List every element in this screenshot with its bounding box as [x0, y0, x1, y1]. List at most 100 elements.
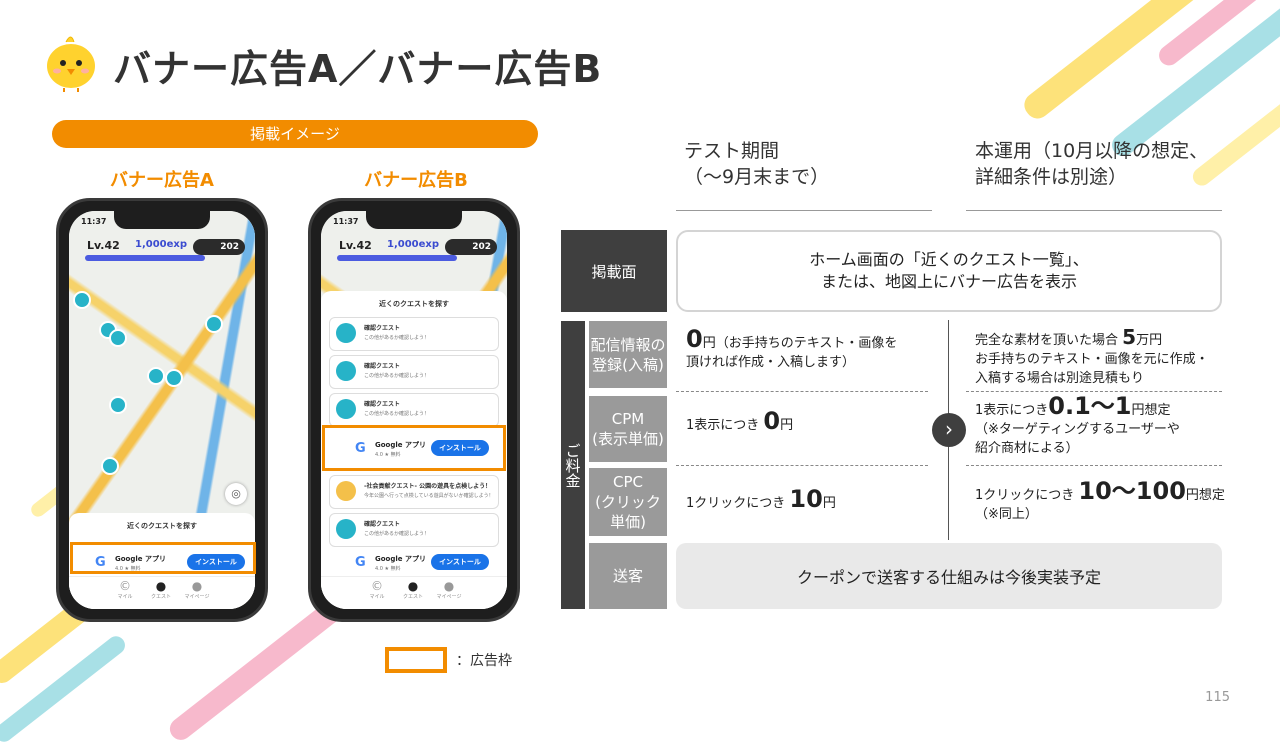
quest-icon — [336, 399, 356, 419]
cpm-prod-note: （※ターゲティングするユーザーや 紹介商材による） — [975, 422, 1180, 456]
divider — [676, 210, 932, 211]
quest-pin-icon[interactable] — [165, 369, 183, 387]
row-head-cpc: CPC (クリック単価) — [589, 468, 667, 536]
user-icon: ● — [443, 579, 455, 593]
registration-prod-pre: 完全な素材を頂いた場合 — [975, 333, 1123, 348]
copyright-icon: © — [371, 579, 383, 593]
ad-frame-legend-swatch — [385, 647, 447, 673]
list-item[interactable]: -社会貢献クエスト- 公園の遊具を点検しよう！ 今年公園へ行って点検している遊具… — [329, 475, 499, 509]
registration-prod-value: 5 — [1122, 325, 1137, 349]
quest-sub: この他があるか確認しよう！ — [364, 411, 430, 417]
tab-mile[interactable]: © マイル — [105, 579, 145, 600]
coin-counter: 202 — [193, 239, 245, 255]
quest-icon — [336, 323, 356, 343]
column-head-prod: 本運用（10月以降の想定、 詳細条件は別途） — [975, 140, 1209, 188]
column-head-test: テスト期間 （〜9月末まで） — [684, 140, 830, 188]
quest-icon — [336, 519, 356, 539]
cpm-test-cell: 1表示につき 0円 — [686, 409, 926, 435]
phone-mockup-b: 11:37 Lv.42 1,000exp 202 近くのクエストを探す 確認クエ… — [308, 198, 520, 622]
divider — [676, 391, 928, 392]
cpm-prod-value: 0.1〜1 — [1048, 392, 1132, 420]
tab-label: マイル — [117, 594, 133, 600]
cpc-prod-cell: 1クリックにつき 10〜100円想定 （※同上） — [975, 479, 1225, 524]
chevron-right-icon: › — [932, 413, 966, 447]
quest-title: 確認クエスト — [364, 401, 401, 408]
cpm-test-value: 0 — [763, 407, 781, 435]
chick-mascot-icon — [47, 36, 95, 92]
list-item[interactable]: 確認クエスト この他があるか確認しよう！ — [329, 513, 499, 547]
phone-b-label: バナー広告B — [364, 170, 468, 191]
copyright-icon: © — [119, 579, 131, 593]
cpc-test-post: 円 — [822, 496, 836, 511]
page-number: 115 — [1205, 690, 1230, 705]
exp-progress-bar — [85, 255, 205, 261]
quest-pin-icon[interactable] — [73, 291, 91, 309]
quest-pin-icon[interactable] — [109, 396, 127, 414]
quest-pin-icon[interactable] — [101, 457, 119, 475]
divider — [966, 210, 1222, 211]
row-head-placement: 掲載面 — [561, 230, 667, 312]
divider — [676, 465, 928, 466]
tab-label: クエスト — [150, 594, 171, 600]
registration-prod-cell: 完全な素材を頂いた場合 5万円 お手持ちのテキスト・画像を元に作成・ 入稿する場… — [975, 325, 1225, 388]
tab-mypage[interactable]: ● マイページ — [429, 579, 469, 600]
ad-frame-legend-label: ：広告枠 — [456, 653, 512, 669]
phone-a-label: バナー広告A — [110, 170, 214, 191]
phone-notch — [366, 211, 462, 229]
location-pin-icon: ● — [155, 579, 167, 593]
image-section-label: 掲載イメージ — [52, 120, 538, 148]
cpm-prod-pre: 1表示につき — [975, 403, 1049, 418]
install-button[interactable]: インストール — [431, 554, 489, 570]
list-item[interactable]: 確認クエスト この他があるか確認しよう！ — [329, 355, 499, 389]
phone-screen: 11:37 Lv.42 1,000exp 202 近くのクエストを探す 確認クエ… — [321, 211, 507, 609]
cpc-prod-pre: 1クリックにつき — [975, 488, 1079, 503]
registration-prod-note: お手持ちのテキスト・画像を元に作成・ 入稿する場合は別途見積もり — [975, 352, 1209, 386]
cpc-prod-note: （※同上） — [975, 507, 1038, 522]
quest-title: -社会貢献クエスト- 公園の遊具を点検しよう！ — [364, 483, 492, 490]
google-icon: G — [355, 555, 366, 570]
cpc-test-cell: 1クリックにつき 10円 — [686, 487, 926, 513]
fee-side-label: ご料金 — [561, 321, 585, 609]
row-head-cpm: CPM (表示単価) — [589, 396, 667, 462]
cpm-test-pre: 1表示につき — [686, 418, 764, 433]
cpm-test-post: 円 — [780, 418, 794, 433]
customer-description: クーポンで送客する仕組みは今後実装予定 — [676, 543, 1222, 609]
quest-pin-icon[interactable] — [147, 367, 165, 385]
tab-mile[interactable]: © マイル — [357, 579, 397, 600]
divider — [966, 465, 1222, 466]
tab-quest[interactable]: ● クエスト — [141, 579, 181, 600]
ad-frame-highlight — [70, 542, 256, 574]
quest-pin-icon[interactable] — [205, 315, 223, 333]
tab-label: クエスト — [402, 594, 423, 600]
ad-rating: 4.0 ★ 無料 — [375, 566, 401, 572]
banner-ad-b-bottom[interactable]: G Google アプリ 4.0 ★ 無料 インストール — [329, 549, 499, 579]
tab-mypage[interactable]: ● マイページ — [177, 579, 217, 600]
row-head-registration: 配信情報の 登録(入稿) — [589, 321, 667, 388]
quest-icon — [336, 481, 356, 501]
exp-label: 1,000exp — [135, 239, 188, 250]
registration-test-value: 0 — [686, 325, 703, 353]
level-bar: Lv.42 1,000exp 202 — [327, 237, 501, 267]
status-time: 11:37 — [81, 217, 107, 226]
list-item[interactable]: 確認クエスト この他があるか確認しよう！ — [329, 393, 499, 427]
tab-label: マイページ — [436, 594, 462, 600]
registration-prod-post: 万円 — [1136, 333, 1163, 348]
list-item[interactable]: 確認クエスト この他があるか確認しよう！ — [329, 317, 499, 351]
tab-quest[interactable]: ● クエスト — [393, 579, 433, 600]
quest-title: 確認クエスト — [364, 521, 401, 528]
quest-sub: 今年公園へ行って点検している遊具がないか確認しよう！ — [364, 493, 494, 499]
locate-icon[interactable]: ◎ — [225, 483, 247, 505]
tab-bar: © マイル ● クエスト ● マイページ — [69, 576, 255, 609]
status-time: 11:37 — [333, 217, 359, 226]
sheet-title: 近くのクエストを探す — [127, 522, 197, 530]
cpc-prod-value: 10〜100 — [1078, 477, 1186, 505]
sheet-title: 近くのクエストを探す — [379, 300, 449, 308]
user-icon: ● — [191, 579, 203, 593]
tab-label: マイページ — [184, 594, 210, 600]
tab-label: マイル — [369, 594, 385, 600]
tab-bar: © マイル ● クエスト ● マイページ — [321, 576, 507, 609]
ad-app-name: Google アプリ — [375, 555, 426, 563]
quest-pin-icon[interactable] — [109, 329, 127, 347]
cpc-test-value: 10 — [789, 485, 823, 513]
quest-sub: この他があるか確認しよう！ — [364, 335, 430, 341]
